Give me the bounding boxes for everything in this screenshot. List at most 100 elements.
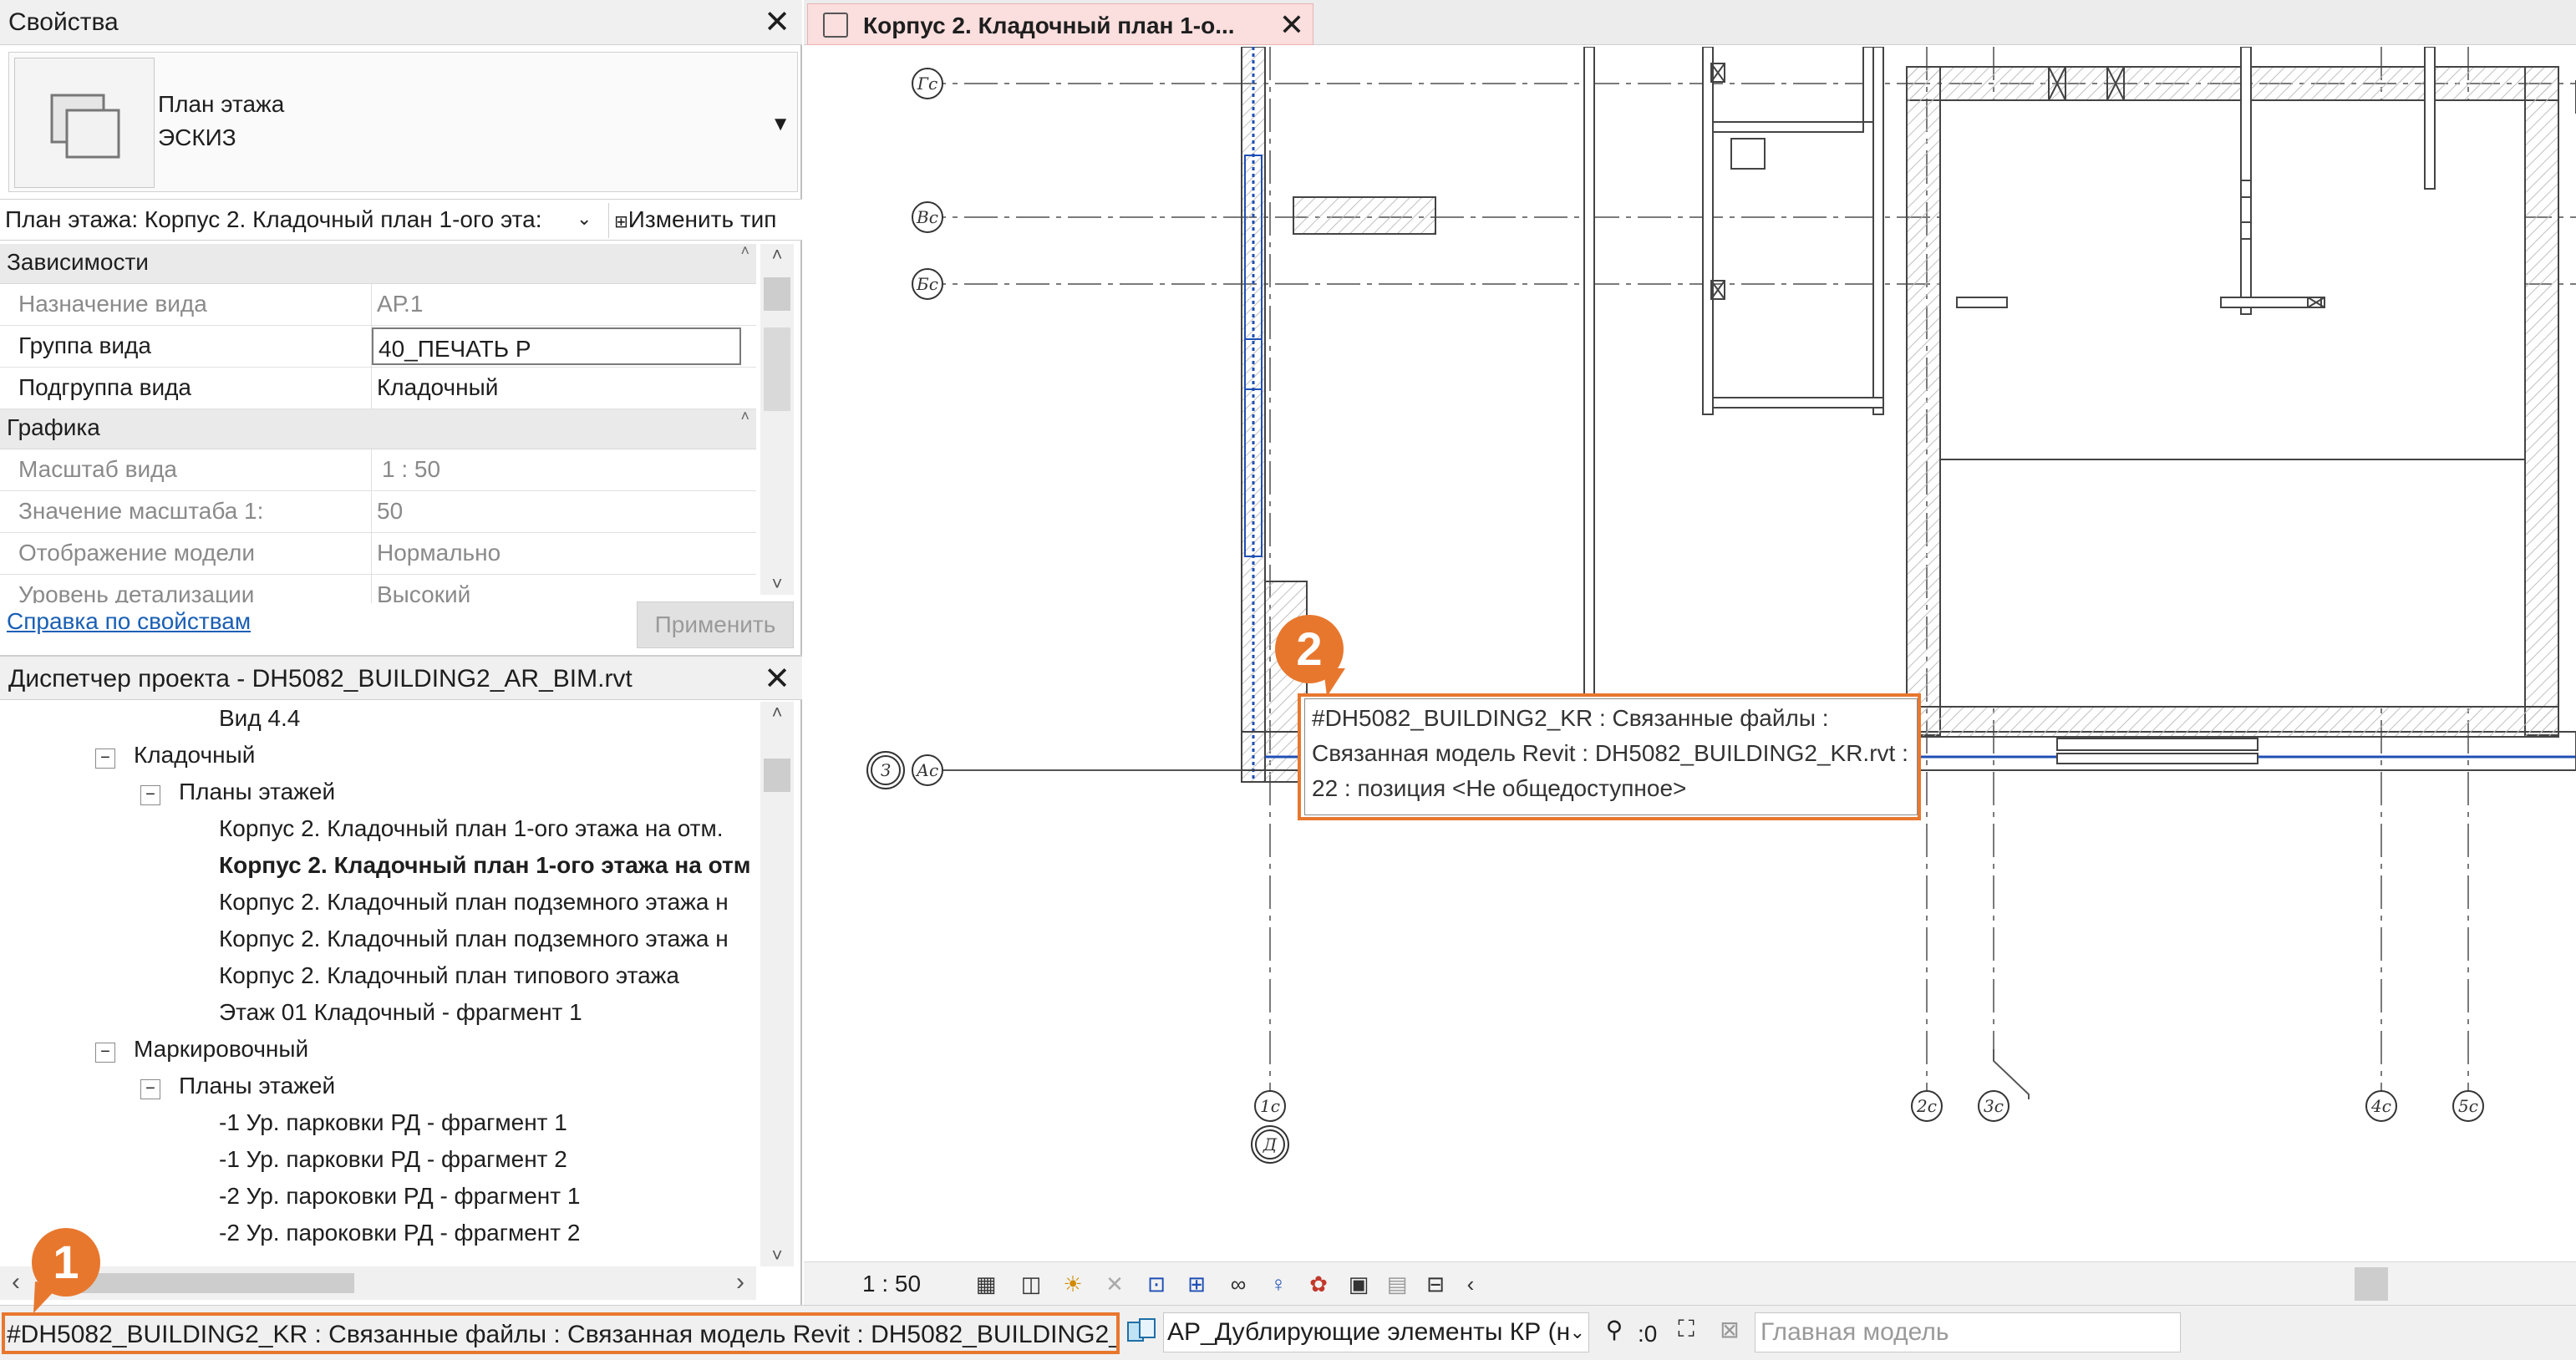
chevron-up-icon[interactable]: ˄	[760, 702, 794, 723]
detail-level-icon[interactable]: ▦	[971, 1269, 1001, 1299]
unlocked-3d-icon[interactable]: ∞	[1223, 1269, 1253, 1299]
editable-only-icon[interactable]: ⚲	[1598, 1316, 1631, 1349]
properties-scrollbar[interactable]: ˄ ˅	[760, 244, 794, 595]
tab-label: Корпус 2. Кладочный план 1-о...	[863, 13, 1235, 38]
property-row[interactable]: Назначение вида АР.1	[0, 284, 756, 326]
browser-horizontal-scrollbar[interactable]: ‹ ›	[0, 1266, 756, 1300]
chevron-left-icon[interactable]: ‹	[1456, 1269, 1486, 1299]
crop-region-icon[interactable]: ⊞	[1181, 1269, 1212, 1299]
property-name: Назначение вида	[0, 284, 372, 325]
property-row[interactable]: Уровень детализации Высокий	[0, 575, 756, 603]
property-row[interactable]: Значение масштаба 1: 50	[0, 491, 756, 533]
tree-item[interactable]: Этаж 01 Кладочный - фрагмент 1	[219, 999, 582, 1026]
scroll-thumb[interactable]	[764, 277, 790, 311]
instance-filter-select[interactable]: План этажа: Корпус 2. Кладочный план 1-о…	[5, 206, 607, 236]
tree-item[interactable]: Корпус 2. Кладочный план 1-ого этажа на …	[219, 815, 724, 842]
tooltip-line: #DH5082_BUILDING2_KR : Связанные файлы :	[1312, 705, 1829, 731]
scroll-thumb-secondary[interactable]	[764, 327, 790, 411]
tree-item[interactable]: Корпус 2. Кладочный план подземного этаж…	[219, 926, 729, 952]
view-scale[interactable]: 1 : 50	[862, 1271, 921, 1297]
tree-item[interactable]: Планы этажей	[179, 1073, 335, 1099]
property-row[interactable]: Группа вида 40_ПЕЧАТЬ Р	[0, 326, 756, 368]
close-icon[interactable]: ✕	[764, 663, 790, 695]
property-row[interactable]: Отображение модели Нормально	[0, 533, 756, 575]
tree-item[interactable]: Корпус 2. Кладочный план типового этажа	[219, 962, 679, 989]
floor-plan-icon	[823, 13, 848, 38]
property-row[interactable]: Масштаб вида 1 : 50	[0, 449, 756, 491]
type-family-name: План этажа	[158, 91, 285, 117]
chevron-down-icon[interactable]: ˅	[760, 573, 794, 595]
crop-view-icon[interactable]: ⊡	[1141, 1269, 1171, 1299]
project-browser-title: Диспетчер проекта - DH5082_BUILDING2_AR_…	[8, 665, 633, 693]
chevron-down-icon[interactable]: ▼	[770, 113, 790, 136]
tree-item[interactable]: -1 Ур. парковки РД - фрагмент 1	[219, 1109, 567, 1136]
tree-collapse-toggle[interactable]: −	[95, 749, 115, 769]
grid-label: 3с	[1984, 1096, 2004, 1116]
temporary-hide-icon[interactable]: ♀	[1263, 1269, 1293, 1299]
design-option-select[interactable]: Главная модель	[1755, 1312, 2181, 1352]
property-value: Нормально	[377, 540, 501, 566]
group-label: Графика	[7, 414, 100, 440]
browser-scrollbar[interactable]: ˄ ˅	[760, 702, 794, 1266]
sun-path-icon[interactable]: ☀	[1058, 1269, 1088, 1299]
left-panels: Свойства ✕ План этажа ЭСКИЗ ▼ План этажа…	[0, 0, 802, 1305]
scroll-thumb[interactable]	[764, 759, 790, 792]
tree-item[interactable]: -2 Ур. пароковки РД - фрагмент 1	[219, 1183, 580, 1210]
shadows-icon[interactable]: ✕	[1100, 1269, 1130, 1299]
collapse-icon[interactable]: ˄	[740, 408, 749, 425]
apply-button[interactable]: Применить	[637, 601, 794, 648]
tree-item[interactable]: Маркировочный	[134, 1036, 308, 1063]
reveal-hidden-icon[interactable]: ✿	[1303, 1269, 1334, 1299]
property-name: Значение масштаба 1:	[0, 491, 372, 532]
workset-value: АР_Дублирующие элементы КР (н	[1167, 1318, 1571, 1346]
group-graphics[interactable]: Графика ˄	[0, 408, 756, 449]
chevron-down-icon[interactable]: ˅	[760, 1245, 794, 1266]
chevron-left-icon[interactable]: ‹	[12, 1268, 20, 1297]
edit-type-button[interactable]: ⊞Изменить тип	[608, 203, 797, 238]
tree-collapse-toggle[interactable]: −	[95, 1043, 115, 1063]
tree-collapse-toggle[interactable]: −	[140, 785, 160, 805]
tree-item[interactable]: -1 Ур. парковки РД - фрагмент 2	[219, 1146, 567, 1173]
drawing-canvas[interactable]: Гс Вс Бс Ас З 1с Д 2с 3с 4с 5с	[804, 47, 2576, 1260]
type-selector[interactable]: План этажа ЭСКИЗ ▼	[8, 52, 798, 192]
canvas-hscroll-thumb[interactable]	[2355, 1267, 2388, 1301]
badge-pointer	[33, 1281, 58, 1313]
chevron-right-icon[interactable]: ›	[736, 1268, 744, 1297]
property-value[interactable]: Кладочный	[372, 368, 756, 409]
chevron-down-icon[interactable]: ⌄	[577, 208, 592, 230]
property-value: АР.1	[377, 291, 424, 317]
tree-item[interactable]: -2 Ур. пароковки РД - фрагмент 2	[219, 1220, 580, 1246]
properties-title: Свойства	[8, 8, 119, 36]
view-group-field[interactable]: 40_ПЕЧАТЬ Р	[372, 327, 741, 365]
group-constraints[interactable]: Зависимости ˄	[0, 244, 756, 284]
tree-item[interactable]: Планы этажей	[179, 779, 335, 805]
analytical-model-icon[interactable]: ▣	[1344, 1269, 1374, 1299]
properties-grid: Зависимости ˄ Назначение вида АР.1 Групп…	[0, 244, 756, 603]
constraints-icon[interactable]: ⊟	[1420, 1269, 1451, 1299]
element-tooltip: #DH5082_BUILDING2_KR : Связанные файлы :…	[1298, 693, 1921, 820]
tooltip-line: 22 : позиция <Не общедоступное>	[1312, 775, 1687, 801]
grid-label: Д	[1263, 1134, 1278, 1154]
visual-style-icon[interactable]: ◫	[1016, 1269, 1046, 1299]
chevron-up-icon[interactable]: ˄	[760, 244, 794, 266]
filter-icon[interactable]: ⛶	[1669, 1316, 1703, 1349]
grid-label: Гс	[917, 74, 937, 94]
collapse-icon[interactable]: ˄	[740, 244, 749, 260]
tree-item[interactable]: Вид 4.4	[219, 705, 300, 732]
highlight-displacement-icon[interactable]: ▤	[1382, 1269, 1412, 1299]
grid-label: 4с	[2370, 1096, 2391, 1116]
properties-help-link[interactable]: Справка по свойствам	[7, 608, 251, 635]
workset-select[interactable]: АР_Дублирующие элементы КР (н ⌄	[1163, 1312, 1589, 1352]
tree-item[interactable]: Корпус 2. Кладочный план подземного этаж…	[219, 889, 729, 916]
property-row[interactable]: Подгруппа вида Кладочный	[0, 368, 756, 409]
property-value: Высокий	[377, 581, 471, 603]
workset-icon[interactable]	[1125, 1314, 1158, 1347]
chevron-down-icon[interactable]: ⌄	[1570, 1322, 1585, 1343]
close-icon[interactable]: ✕	[764, 7, 790, 38]
tree-item[interactable]: Кладочный	[134, 742, 255, 769]
tab-floor-plan[interactable]: Корпус 2. Кладочный план 1-о... ✕	[807, 3, 1313, 45]
tree-collapse-toggle[interactable]: −	[140, 1079, 160, 1099]
design-options-icon[interactable]: ⊠	[1713, 1316, 1746, 1349]
close-icon[interactable]: ✕	[1279, 8, 1304, 43]
tree-item[interactable]: Корпус 2. Кладочный план 1-ого этажа на …	[219, 852, 750, 879]
